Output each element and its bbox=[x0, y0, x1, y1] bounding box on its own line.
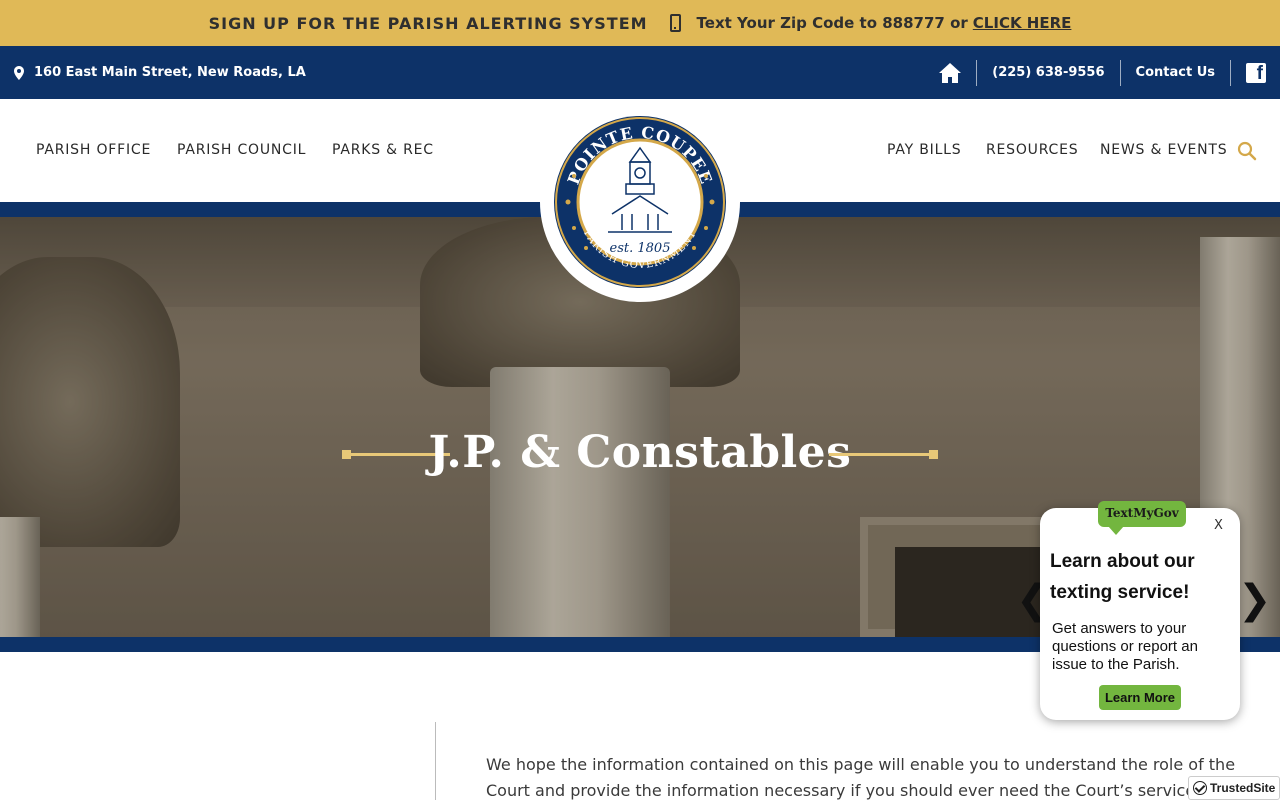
address: 160 East Main Street, New Roads, LA bbox=[14, 46, 306, 99]
parish-seal-logo[interactable]: POINTE COUPEE PARISH GOVERNMENT est. 180… bbox=[540, 102, 740, 302]
trustedsite-label: TrustedSite bbox=[1210, 781, 1276, 795]
alert-zip-text: Text Your Zip Code to 888777 or bbox=[696, 14, 968, 32]
hero-title-wrap: J.P. & Constables bbox=[340, 420, 940, 486]
textmygov-badge: TextMyGov bbox=[1098, 501, 1186, 535]
alert-bar: SIGN UP FOR THE PARISH ALERTING SYSTEM T… bbox=[0, 0, 1280, 46]
intro-paragraph: We hope the information contained on thi… bbox=[486, 755, 1236, 800]
alert-click-here-link[interactable]: CLICK HERE bbox=[973, 14, 1072, 32]
decor-dot bbox=[929, 450, 938, 459]
home-icon[interactable] bbox=[939, 62, 962, 83]
map-pin-icon bbox=[14, 65, 24, 80]
top-bar: 160 East Main Street, New Roads, LA (225… bbox=[0, 46, 1280, 99]
facebook-icon[interactable]: f bbox=[1246, 62, 1266, 84]
nav-parish-office[interactable]: PARISH OFFICE bbox=[36, 99, 151, 202]
carousel-next-arrow[interactable]: ❯ bbox=[1238, 580, 1272, 620]
textmygov-title: Learn about our texting service! bbox=[1050, 551, 1195, 603]
phone-link[interactable]: (225) 638-9556 bbox=[992, 65, 1104, 80]
nav-parish-council[interactable]: PARISH COUNCIL bbox=[177, 99, 306, 202]
nav-parks-rec[interactable]: PARKS & REC bbox=[332, 99, 434, 202]
decor-line bbox=[829, 453, 929, 456]
content-divider bbox=[435, 722, 436, 800]
mobile-phone-icon bbox=[669, 14, 681, 32]
nav-news-events[interactable]: NEWS & EVENTS bbox=[1100, 99, 1227, 202]
alert-signup-text: SIGN UP FOR THE PARISH ALERTING SYSTEM bbox=[208, 13, 648, 33]
seal-graphic: POINTE COUPEE PARISH GOVERNMENT est. 180… bbox=[554, 116, 726, 288]
contact-us-link[interactable]: Contact Us bbox=[1136, 65, 1215, 80]
top-bar-right: (225) 638-9556 Contact Us f bbox=[939, 46, 1280, 99]
search-icon[interactable] bbox=[1237, 141, 1257, 161]
close-popup-button[interactable]: X bbox=[1214, 518, 1223, 533]
learn-more-button[interactable]: Learn More bbox=[1099, 685, 1181, 710]
textmygov-body: Get answers to your questions or report … bbox=[1052, 620, 1198, 673]
divider bbox=[976, 59, 978, 86]
textmygov-popup: TextMyGov X Learn about our texting serv… bbox=[1040, 501, 1240, 720]
checkmark-icon bbox=[1193, 781, 1207, 795]
nav-pay-bills[interactable]: PAY BILLS bbox=[887, 99, 961, 202]
nav-resources[interactable]: RESOURCES bbox=[986, 99, 1078, 202]
divider bbox=[1119, 59, 1121, 86]
address-text: 160 East Main Street, New Roads, LA bbox=[34, 65, 306, 80]
trustedsite-badge[interactable]: TrustedSite bbox=[1188, 776, 1280, 800]
divider bbox=[1230, 59, 1231, 86]
seal-est-text: est. 1805 bbox=[610, 241, 671, 256]
